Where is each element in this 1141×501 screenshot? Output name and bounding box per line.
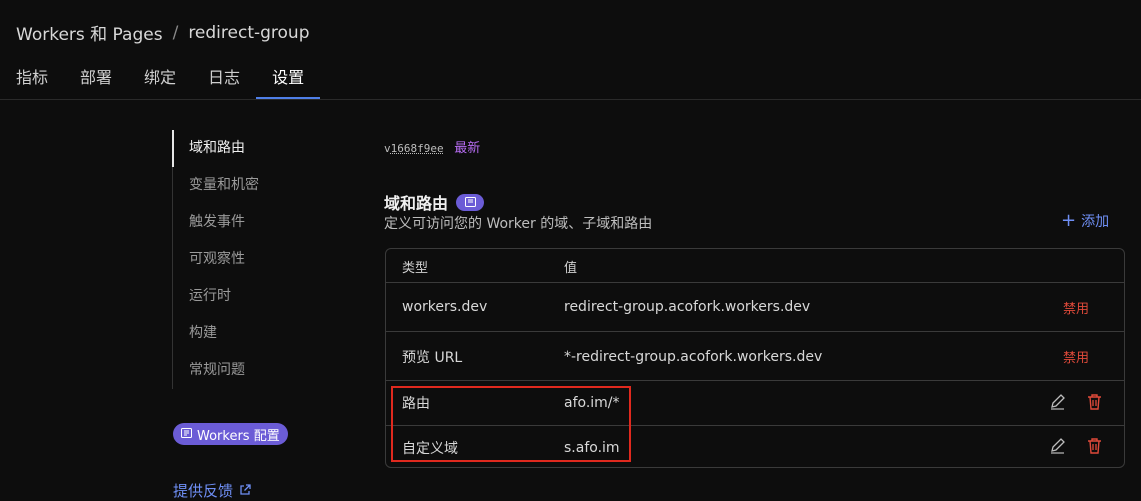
table-row: workers.dev redirect-group.acofork.worke… bbox=[386, 282, 1124, 331]
settings-sidenav: 域和路由 变量和机密 触发事件 可观察性 运行时 构建 常规问题 bbox=[172, 130, 259, 389]
sidebar-item-observability[interactable]: 可观察性 bbox=[173, 241, 259, 278]
section-title-text: 域和路由 bbox=[384, 190, 448, 214]
row-type: workers.dev bbox=[402, 299, 487, 315]
trash-icon[interactable] bbox=[1087, 437, 1102, 458]
highlight-box bbox=[391, 386, 631, 462]
workers-config-badge[interactable]: Workers 配置 bbox=[173, 423, 288, 445]
version-hash[interactable]: 1668f9ee bbox=[391, 142, 444, 155]
tab-settings[interactable]: 设置 bbox=[256, 58, 320, 99]
add-label: 添加 bbox=[1081, 211, 1109, 231]
trash-icon[interactable] bbox=[1087, 393, 1102, 414]
tab-deployments[interactable]: 部署 bbox=[64, 58, 128, 99]
workers-config-label: Workers 配置 bbox=[197, 425, 280, 444]
sidebar-item-triggers[interactable]: 触发事件 bbox=[173, 204, 259, 241]
tab-metrics[interactable]: 指标 bbox=[0, 58, 64, 99]
breadcrumb-separator: / bbox=[173, 23, 179, 43]
sidebar-item-domains-routes[interactable]: 域和路由 bbox=[173, 130, 259, 167]
feedback-label: 提供反馈 bbox=[173, 480, 233, 501]
section-description: 定义可访问您的 Worker 的域、子域和路由 bbox=[384, 213, 652, 233]
edit-icon[interactable] bbox=[1049, 393, 1066, 414]
tab-bar: 指标 部署 绑定 日志 设置 bbox=[0, 58, 320, 99]
table-row: 预览 URL *-redirect-group.acofork.workers.… bbox=[386, 331, 1124, 381]
add-route-button[interactable]: + 添加 bbox=[1061, 211, 1109, 231]
latest-badge: 最新 bbox=[454, 140, 480, 155]
feedback-link[interactable]: 提供反馈 bbox=[173, 480, 251, 501]
disable-button[interactable]: 禁用 bbox=[1063, 347, 1089, 366]
external-link-icon bbox=[239, 482, 251, 500]
version-prefix: v bbox=[384, 142, 391, 155]
page-header: Workers 和 Pages / redirect-group 指标 部署 绑… bbox=[0, 0, 1141, 100]
sidebar-item-runtime[interactable]: 运行时 bbox=[173, 278, 259, 315]
plus-icon: + bbox=[1061, 214, 1076, 228]
breadcrumb: Workers 和 Pages / redirect-group bbox=[16, 20, 310, 45]
sidebar-item-general[interactable]: 常规问题 bbox=[173, 352, 259, 389]
table-header-row: 类型 值 bbox=[386, 249, 1124, 283]
row-value: *-redirect-group.acofork.workers.dev bbox=[564, 349, 822, 365]
doc-icon bbox=[181, 427, 192, 442]
tab-logs[interactable]: 日志 bbox=[192, 58, 256, 99]
section-title: 域和路由 bbox=[384, 190, 484, 214]
disable-button[interactable]: 禁用 bbox=[1063, 298, 1089, 317]
sidebar-item-variables-secrets[interactable]: 变量和机密 bbox=[173, 167, 259, 204]
edit-icon[interactable] bbox=[1049, 437, 1066, 458]
tab-bindings[interactable]: 绑定 bbox=[128, 58, 192, 99]
sidebar-item-build[interactable]: 构建 bbox=[173, 315, 259, 352]
breadcrumb-root[interactable]: Workers 和 Pages bbox=[16, 20, 163, 45]
header-value: 值 bbox=[564, 257, 577, 276]
version-tag: v1668f9ee 最新 bbox=[384, 137, 480, 156]
row-value: redirect-group.acofork.workers.dev bbox=[564, 299, 810, 315]
header-type: 类型 bbox=[402, 257, 428, 276]
breadcrumb-current: redirect-group bbox=[188, 23, 309, 43]
doc-icon[interactable] bbox=[456, 194, 484, 211]
row-type: 预览 URL bbox=[402, 347, 462, 367]
